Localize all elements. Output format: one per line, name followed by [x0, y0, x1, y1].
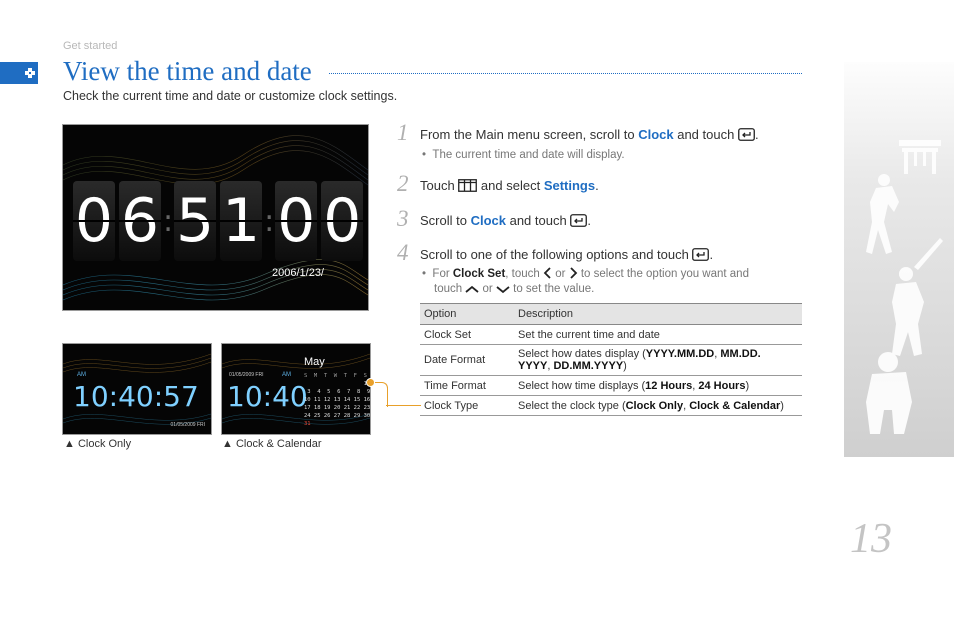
calendar-week: 24 25 26 27 28 29 30	[304, 413, 371, 419]
clock-digit: 0	[73, 181, 115, 261]
clock-digit: 6	[119, 181, 161, 261]
option-description: Set the current time and date	[514, 324, 802, 345]
page-subtitle: Check the current time and date or custo…	[63, 89, 398, 103]
caption-clock-calendar: ▲ Clock & Calendar	[222, 438, 322, 450]
enter-icon	[692, 248, 710, 261]
clock-separator: :	[264, 203, 275, 239]
title-rule	[329, 73, 802, 74]
table-row: Clock Set Set the current time and date	[420, 324, 802, 345]
chevron-down-icon	[496, 286, 510, 294]
chevron-up-icon	[465, 285, 479, 293]
option-name: Time Format	[420, 375, 514, 396]
calendar-week: 1 2	[304, 381, 371, 387]
caption-clock-only: ▲ Clock Only	[64, 438, 132, 450]
calendar-month: May	[304, 356, 325, 368]
baseball-players-illustration	[866, 140, 943, 434]
calendar-week: 3 4 5 6 7 8 9	[304, 389, 371, 395]
step-number: 4	[397, 240, 409, 265]
option-description: Select the clock type (Clock Only, Clock…	[514, 395, 802, 416]
table-row: Time Format Select how time displays (12…	[420, 375, 802, 396]
clock-digits: 0 6 : 5 1 : 0 0	[73, 181, 367, 261]
option-description: Select how dates display (YYYY.MM.DD, MM…	[514, 344, 802, 376]
option-name: Clock Set	[420, 324, 514, 345]
calendar-week: 17 18 19 20 21 22 23	[304, 405, 371, 411]
callout-line	[386, 405, 421, 406]
callout-dot	[366, 378, 375, 387]
menu-grid-icon	[458, 179, 478, 192]
step-4-note: • For Clock Set, touch or to select the …	[422, 267, 749, 280]
option-name: Clock Type	[420, 395, 514, 416]
clock-digit: 0	[275, 181, 318, 261]
clock-calendar-thumbnail: 01/05/2009 FRI AM 10:40 May S M T W T F …	[221, 343, 371, 435]
chevron-right-icon	[570, 267, 577, 279]
page-number: 13	[850, 516, 892, 562]
clock-only-thumbnail: AM 10:40:57 01/05/2009 FRI	[62, 343, 212, 435]
am-indicator: AM	[77, 372, 86, 378]
decorative-sidebar-image	[844, 62, 954, 457]
clock-separator: :	[163, 203, 174, 239]
clock-screen-image: 0 6 : 5 1 : 0 0 2006/1/23/	[62, 124, 369, 311]
enter-icon	[570, 214, 588, 227]
page-title: View the time and date	[63, 56, 312, 86]
table-row: Date Format Select how dates display (YY…	[420, 344, 802, 376]
calendar-week: 31	[304, 421, 311, 427]
table-header-row: Option Description	[420, 303, 802, 325]
step-4-note-cont: touch or to set the value.	[434, 283, 595, 295]
step-3-text: Scroll to Clock and touch .	[420, 213, 591, 228]
thumb-time: 10:40	[227, 380, 308, 413]
thumb-time: 10:40:57	[73, 380, 199, 413]
calendar-week: 10 11 12 13 14 15 16	[304, 397, 371, 403]
option-description: Select how time displays (12 Hours, 24 H…	[514, 375, 802, 396]
step-number: 1	[397, 120, 409, 145]
options-table: Option Description Clock Set Set the cur…	[420, 303, 802, 416]
step-number: 2	[397, 171, 409, 196]
calendar-weekdays: S M T W T F S	[304, 373, 367, 379]
section-label: Get started	[63, 40, 118, 52]
step-2-text: Touch and select Settings.	[420, 178, 599, 193]
callout-line	[375, 382, 388, 407]
am-indicator: AM	[282, 372, 291, 378]
step-number: 3	[397, 206, 409, 231]
step-1-text: From the Main menu screen, scroll to Clo…	[420, 127, 759, 142]
table-header: Description	[514, 303, 802, 325]
clock-digit: 1	[220, 181, 263, 261]
marker-dots-icon	[25, 68, 35, 78]
section-marker	[0, 62, 38, 84]
enter-icon	[738, 128, 755, 141]
step-4-text: Scroll to one of the following options a…	[420, 247, 714, 262]
step-1-note: • The current time and date will display…	[422, 149, 625, 161]
chevron-left-icon	[543, 267, 551, 279]
clock-digit: 5	[174, 181, 217, 261]
table-header: Option	[420, 303, 514, 325]
thumb-date: 01/05/2009 FRI	[229, 372, 264, 378]
clock-digit: 0	[321, 181, 364, 261]
clock-date: 2006/1/23/	[272, 267, 324, 279]
option-name: Date Format	[420, 344, 514, 376]
calendar-grid: S M T W T F S 1 2 3 4 5 6 7 8 9 10 11 12…	[304, 372, 371, 428]
thumb-date: 01/05/2009 FRI	[170, 422, 205, 428]
table-row: Clock Type Select the clock type (Clock …	[420, 395, 802, 416]
